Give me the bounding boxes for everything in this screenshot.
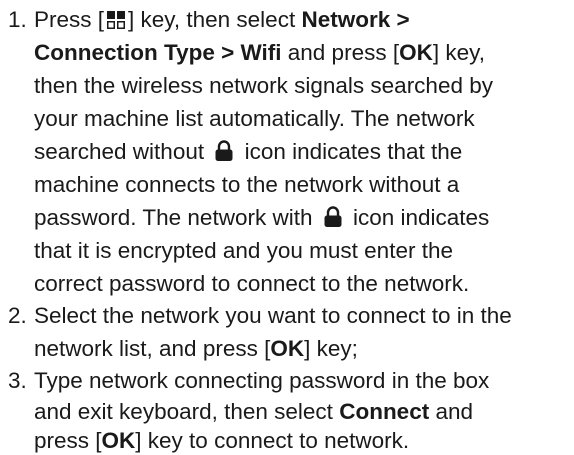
step-2-text: ] key; (304, 336, 358, 361)
step-1-line-8: that it is encrypted and you must enter … (34, 238, 453, 263)
step-3-text: and exit keyboard, then select (34, 399, 340, 424)
step-1-text: password. The network with (34, 205, 319, 230)
step-3-line-3: press [OK] key to connect to network. (34, 427, 409, 455)
step-1-menu-path: Connection Type > Wifi (34, 40, 282, 65)
step-3-text: ] key to connect to network. (135, 428, 410, 453)
step-3-text: press [ (34, 428, 102, 453)
step-1-text: Press [ (34, 7, 105, 32)
step-1-line-5: searched without icon indicates that the (34, 138, 462, 166)
ok-key-label: OK (270, 336, 305, 361)
connect-label: Connect (339, 399, 430, 424)
step-1-number: 1. (8, 7, 27, 32)
step-1-line-4: your machine list automatically. The net… (34, 106, 475, 131)
step-3-line-1: Type network connecting password in the … (34, 368, 490, 393)
instruction-document: 1. Press [ ] key, then select Network > … (0, 0, 574, 453)
menu-key-icon (107, 11, 126, 29)
ok-key-label: OK (399, 40, 433, 65)
step-1-text: ] key, (432, 40, 485, 65)
lock-icon (324, 206, 342, 227)
step-1-line-7: password. The network with icon indicate… (34, 204, 489, 232)
step-1-text: and press [ (281, 40, 400, 65)
step-2-line-1: Select the network you want to connect t… (34, 303, 512, 328)
step-1-text: searched without (34, 139, 211, 164)
step-1-text: ] key, then select (128, 7, 302, 32)
step-3-line-2: and exit keyboard, then select Connect a… (34, 398, 473, 426)
step-1-line-2: Connection Type > Wifi and press [OK] ke… (34, 39, 485, 67)
step-1-menu-path: Network > (301, 7, 410, 32)
step-1-line-9: correct password to connect to the netwo… (34, 271, 470, 296)
step-1-text: icon indicates that the (238, 139, 463, 164)
step-1-text: icon indicates (346, 205, 490, 230)
step-3-number: 3. (8, 368, 27, 393)
lock-icon (215, 140, 233, 161)
step-1-line-1: Press [ ] key, then select Network > (34, 6, 410, 34)
step-2-number: 2. (8, 303, 27, 328)
step-1-line-6: machine connects to the network without … (34, 172, 460, 197)
ok-key-label: OK (101, 428, 136, 453)
step-2-line-2: network list, and press [OK] key; (34, 335, 358, 363)
step-2-text: network list, and press [ (34, 336, 271, 361)
step-3-text: and (429, 399, 473, 424)
step-1-line-3: then the wireless network signals search… (34, 73, 493, 98)
